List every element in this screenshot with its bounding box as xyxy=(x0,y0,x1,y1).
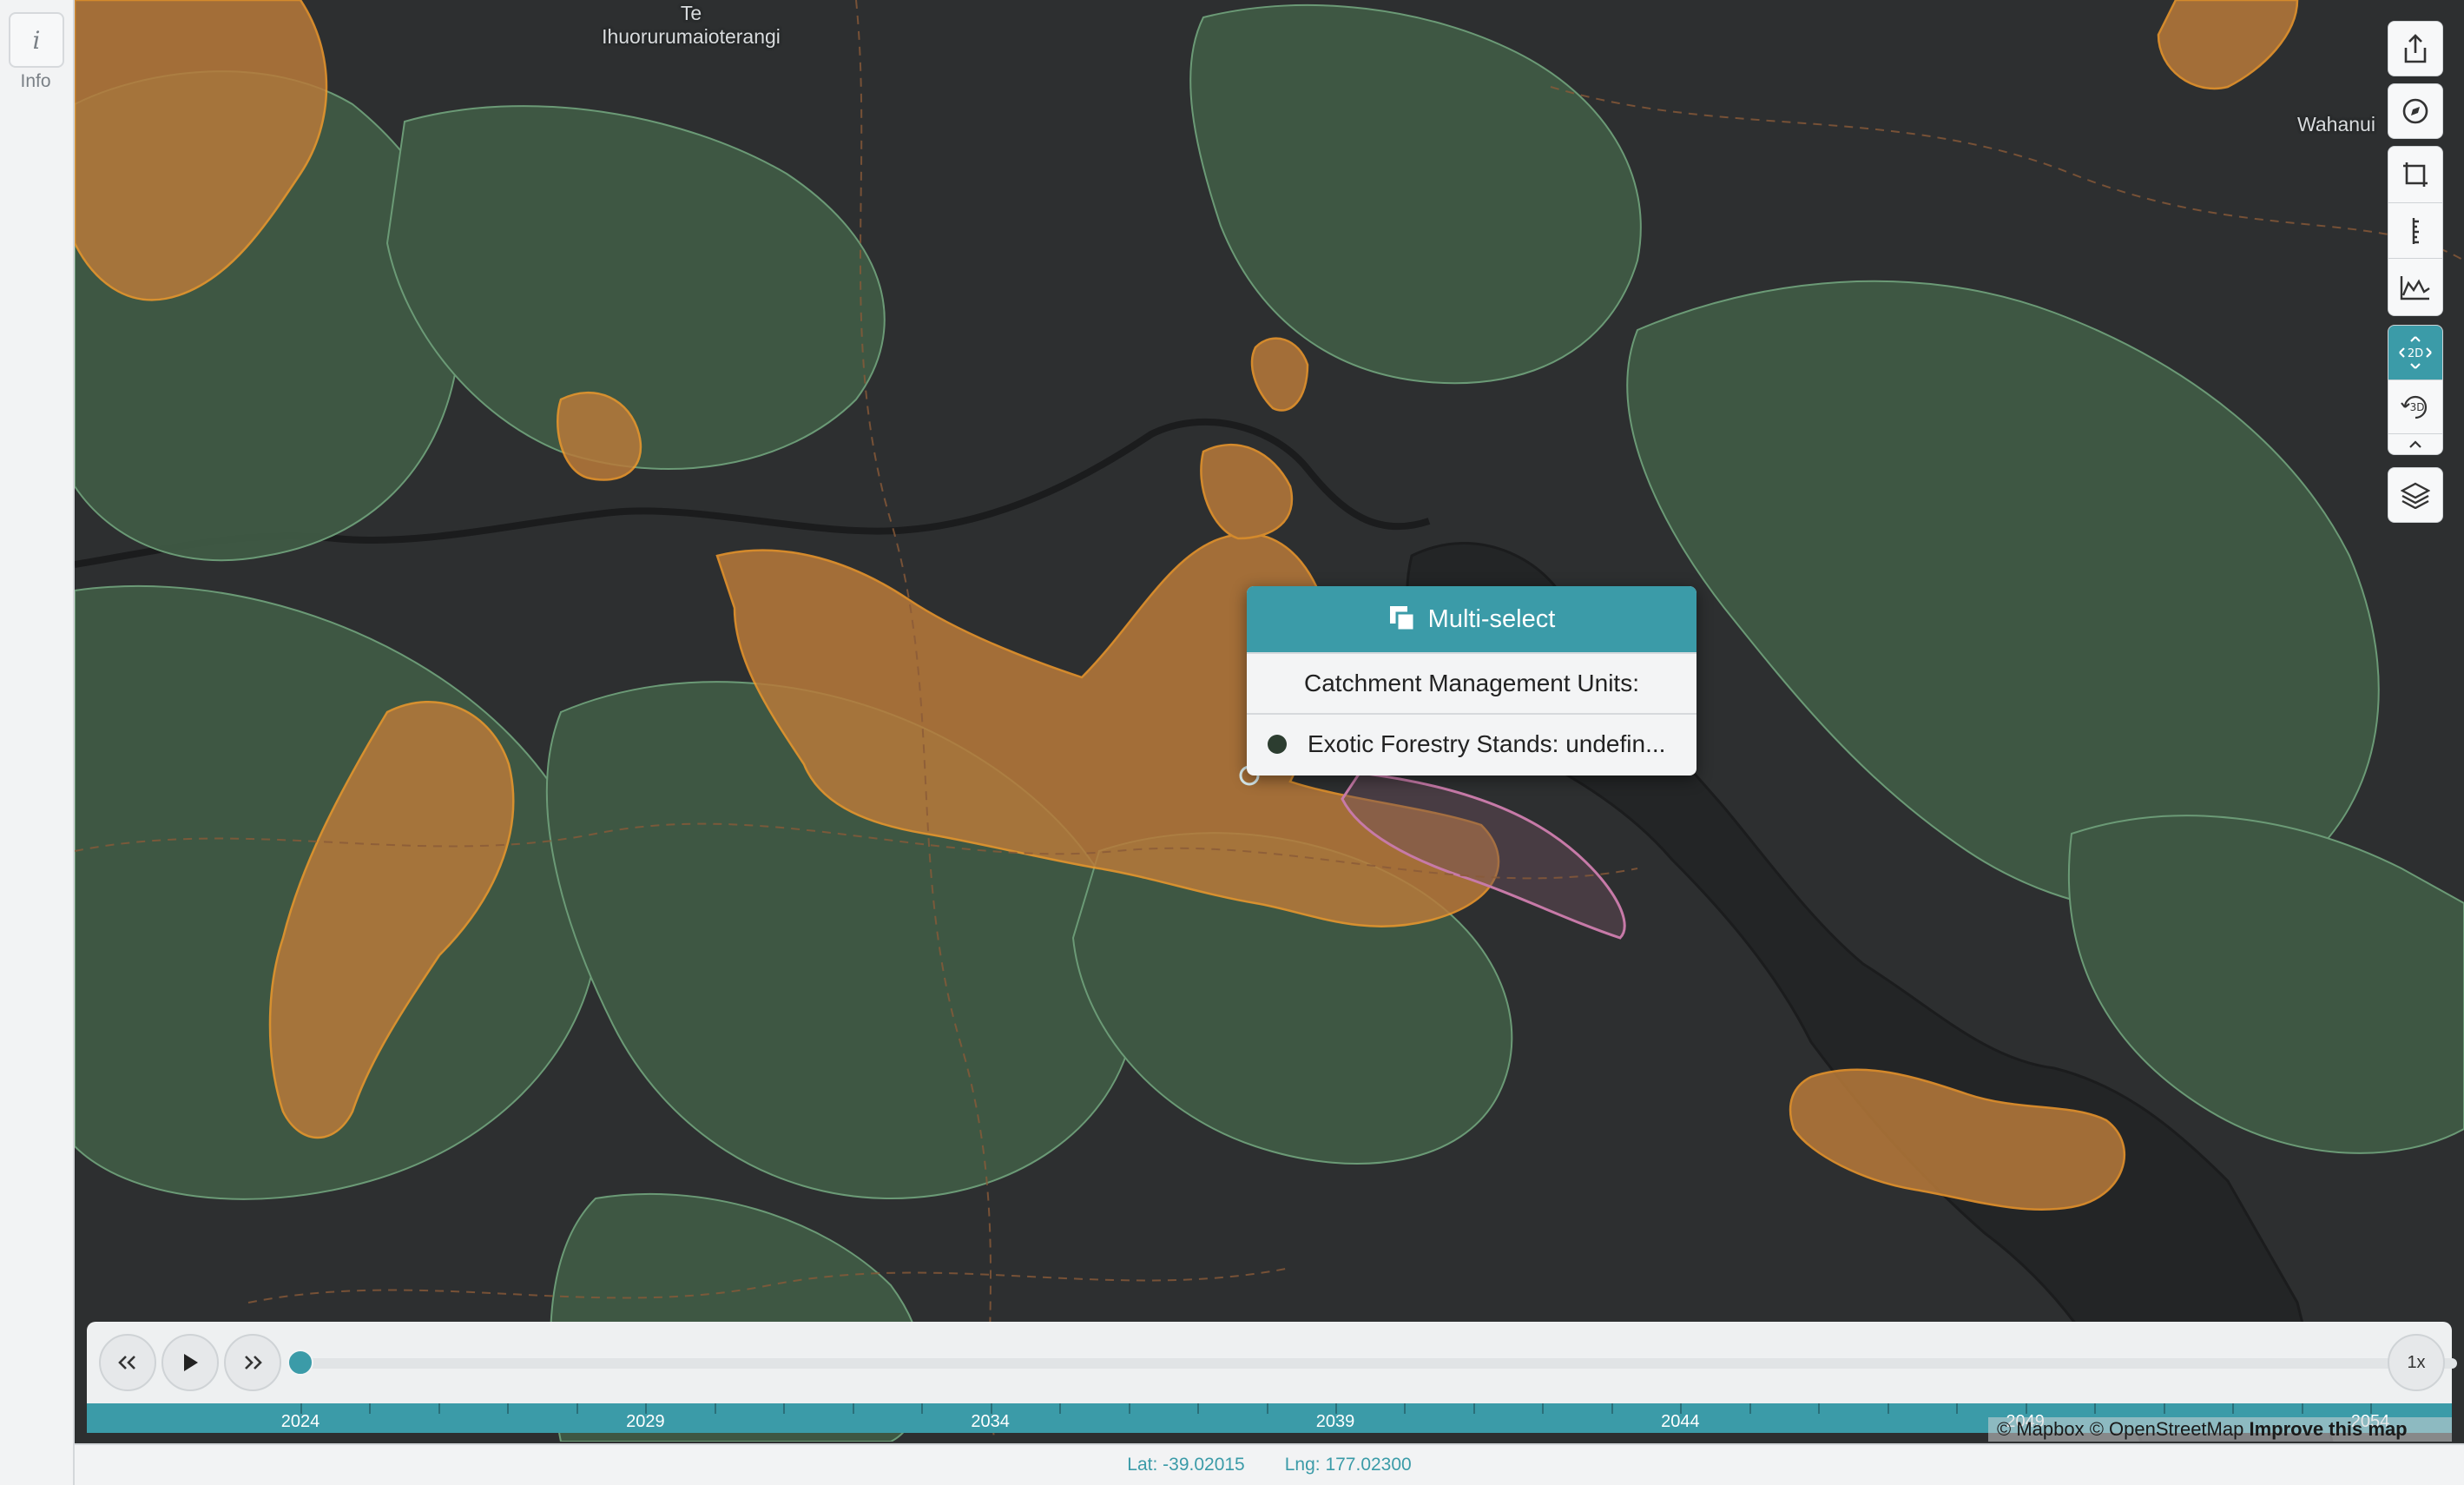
year-tick xyxy=(507,1403,510,1414)
playback-speed-button[interactable]: 1x xyxy=(2388,1334,2445,1391)
year-tick xyxy=(1749,1403,1751,1414)
year-tick xyxy=(1059,1403,1062,1414)
3d-label: 3D xyxy=(2410,401,2425,413)
year-tick xyxy=(1472,1403,1475,1414)
year-tick xyxy=(1404,1403,1407,1414)
step-forward-button[interactable] xyxy=(224,1334,281,1391)
year-tick xyxy=(2232,1403,2235,1414)
year-tick xyxy=(714,1403,716,1414)
year-tick xyxy=(2163,1403,2165,1414)
2d-label: 2D xyxy=(2408,347,2423,360)
timeline-track[interactable] xyxy=(295,1358,2457,1369)
year-tick xyxy=(1611,1403,1613,1414)
popup-header: Multi-select xyxy=(1247,586,1696,652)
year-tick xyxy=(1887,1403,1889,1414)
elevation-profile-icon[interactable] xyxy=(2388,259,2443,316)
year-label: 2044 xyxy=(1661,1412,1700,1431)
layer-color-dot xyxy=(1268,735,1287,754)
year-tick xyxy=(921,1403,924,1414)
2d-view-icon[interactable]: 2D xyxy=(2388,325,2443,380)
multi-select-icon xyxy=(1389,606,1416,632)
coordinates-bar: Lat: -39.02015 Lng: 177.02300 xyxy=(75,1443,2464,1485)
improve-map-link[interactable]: Improve this map xyxy=(2249,1418,2407,1440)
year-label: 2029 xyxy=(626,1412,665,1431)
layers-icon[interactable] xyxy=(2388,467,2443,523)
share-icon[interactable] xyxy=(2388,21,2443,76)
year-tick xyxy=(1128,1403,1130,1414)
year-tick xyxy=(438,1403,440,1414)
left-rail: i Info xyxy=(0,0,75,1485)
year-tick xyxy=(1266,1403,1268,1414)
year-label: 2024 xyxy=(280,1412,320,1431)
popup-item-label: Exotic Forestry Stands: undefin... xyxy=(1308,730,1666,757)
step-back-button[interactable] xyxy=(99,1334,156,1391)
year-tick xyxy=(1956,1403,1959,1414)
popup-item-exotic-forestry[interactable]: Exotic Forestry Stands: undefin... xyxy=(1247,713,1696,774)
map-attribution: © Mapbox © OpenStreetMap Improve this ma… xyxy=(1988,1417,2452,1442)
year-label: 2034 xyxy=(971,1412,1010,1431)
multi-select-popup: Multi-select Catchment Management Units:… xyxy=(1247,586,1696,776)
ruler-icon[interactable] xyxy=(2388,203,2443,259)
year-tick xyxy=(2301,1403,2303,1414)
year-tick xyxy=(852,1403,854,1414)
year-tick xyxy=(1197,1403,1200,1414)
place-label: Te Ihuorurumaioterangi xyxy=(602,2,781,48)
year-tick xyxy=(1818,1403,1821,1414)
year-tick xyxy=(2094,1403,2097,1414)
collapse-chevron-icon[interactable] xyxy=(2388,434,2443,455)
year-tick xyxy=(369,1403,372,1414)
year-tick xyxy=(576,1403,578,1414)
play-button[interactable] xyxy=(161,1334,219,1391)
popup-item-catchment[interactable]: Catchment Management Units: xyxy=(1247,652,1696,713)
year-tick xyxy=(1542,1403,1545,1414)
compass-icon[interactable] xyxy=(2388,83,2443,139)
timeline-slider-handle[interactable] xyxy=(287,1350,313,1376)
year-label: 2039 xyxy=(1315,1412,1355,1431)
crop-icon[interactable] xyxy=(2388,146,2443,203)
popup-item-label: Catchment Management Units: xyxy=(1304,670,1639,696)
popup-title: Multi-select xyxy=(1427,604,1556,633)
3d-rotate-icon[interactable]: 3D xyxy=(2388,380,2443,434)
longitude-readout: Lng: 177.02300 xyxy=(1284,1455,1412,1475)
attribution-text: © Mapbox © OpenStreetMap xyxy=(1997,1418,2244,1440)
info-icon[interactable]: i xyxy=(9,12,64,68)
map-controls: 2D 3D xyxy=(2388,21,2443,523)
year-tick xyxy=(783,1403,786,1414)
timeline-panel: 1x 2024202920342039204420492054 xyxy=(87,1322,2457,1433)
latitude-readout: Lat: -39.02015 xyxy=(1127,1455,1245,1475)
info-label: Info xyxy=(20,71,51,91)
